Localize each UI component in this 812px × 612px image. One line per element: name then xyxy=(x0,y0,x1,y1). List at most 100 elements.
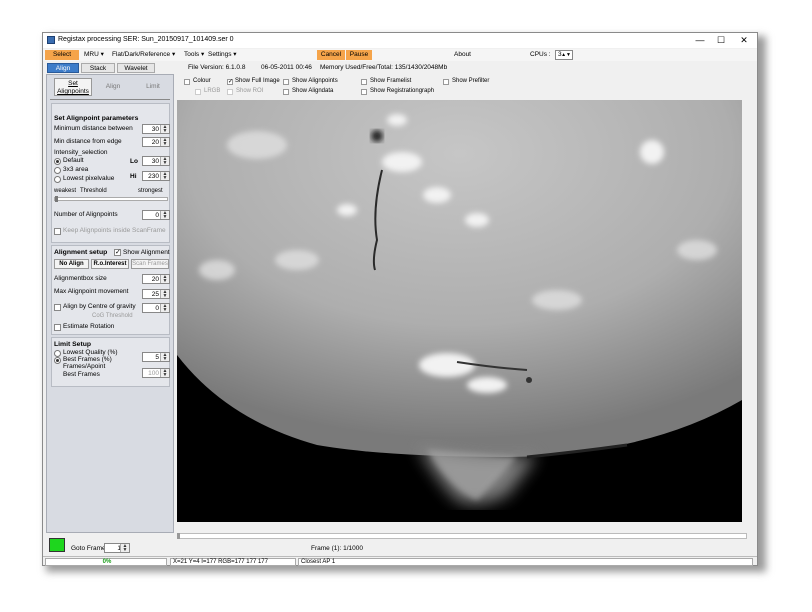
min-distance-field[interactable]: 30 ▲ ▼ xyxy=(142,124,170,134)
window-title: Registax processing SER: Sun_20150917_10… xyxy=(58,36,234,43)
spin-arrows-icon: ▲▼ xyxy=(120,544,129,553)
centre-gravity-checkbox[interactable] xyxy=(54,304,61,311)
lowest-quality-field[interactable]: 5 ▲ ▼ xyxy=(142,352,170,362)
menu-select[interactable]: Select xyxy=(45,50,79,60)
radio-3x3-label: 3x3 area xyxy=(63,166,89,173)
alignment-setup-header: Alignment setup xyxy=(54,249,108,256)
show-alignpoints-checkbox[interactable] xyxy=(283,79,289,85)
min-edge-field[interactable]: 20 ▲ ▼ xyxy=(142,137,170,147)
lo-label: Lo xyxy=(130,158,138,165)
goto-frame-label: Goto Frame xyxy=(71,545,106,552)
radio-default[interactable] xyxy=(54,158,61,165)
slider-thumb[interactable] xyxy=(55,196,58,202)
close-icon[interactable]: ✕ xyxy=(733,34,755,47)
progress-cell: 0% xyxy=(45,558,167,566)
app-window: Registax processing SER: Sun_20150917_10… xyxy=(42,32,758,566)
num-alignpoints-value: 0 xyxy=(155,212,159,219)
lowest-quality-value: 5 xyxy=(155,354,159,361)
menu-about[interactable]: About xyxy=(451,50,474,60)
show-alignment-checkbox[interactable]: ✓ xyxy=(114,249,121,256)
best-frames-field[interactable]: 100 ▲ ▼ xyxy=(142,368,170,378)
cpus-select[interactable]: 3 ▲▼ xyxy=(555,50,573,60)
alignbox-field[interactable]: 20 ▲ ▼ xyxy=(142,274,170,284)
memory-info: Memory Used/Free/Total: 135/1430/2048Mb xyxy=(320,64,448,71)
spin-arrows-icon: ▲▼ xyxy=(160,353,169,362)
limit-setup-header: Limit Setup xyxy=(54,341,92,348)
tab-wavelet[interactable]: Wavelet xyxy=(117,63,155,73)
estimate-rotation-checkbox[interactable] xyxy=(54,324,61,331)
display-options: Colour ✓ Show Full Image Show Alignpoint… xyxy=(177,74,757,99)
show-full-image-label: Show Full Image xyxy=(235,78,280,84)
title-bar[interactable]: Registax processing SER: Sun_20150917_10… xyxy=(43,33,757,48)
show-registrationgraph-checkbox[interactable] xyxy=(361,89,367,95)
lrgb-checkbox[interactable] xyxy=(195,89,201,95)
lo-value: 30 xyxy=(151,158,159,165)
alignbox-label: Alignmentbox size xyxy=(54,275,107,282)
show-framelist-checkbox[interactable] xyxy=(361,79,367,85)
menu-settings[interactable]: Settings ▾ xyxy=(205,50,240,60)
align-button[interactable]: Align xyxy=(94,78,132,96)
spin-arrows-icon: ▲▼ xyxy=(160,138,169,147)
left-panel: Set Alignpoints Align Limit Set Alignpoin… xyxy=(46,74,174,533)
min-edge-value: 20 xyxy=(151,139,159,146)
show-roi-checkbox[interactable] xyxy=(227,89,233,95)
maximize-icon[interactable]: ☐ xyxy=(710,34,732,47)
menu-tools[interactable]: Tools ▾ xyxy=(181,50,207,60)
show-full-image-checkbox[interactable]: ✓ xyxy=(227,79,233,85)
centre-gravity-field[interactable]: 0 ▲ ▼ xyxy=(142,303,170,313)
alignpoint-params-group: Set Alignpoint parameters Minimum distan… xyxy=(51,103,170,243)
show-prefilter-label: Show Prefilter xyxy=(452,78,490,84)
show-alignment-label: Show Alignment xyxy=(123,249,170,256)
menu-bar: Select MRU ▾ Flat/Dark/Reference ▾ Tools… xyxy=(43,49,757,61)
cog-threshold-label: CoG Threshold xyxy=(92,313,133,319)
menu-mru[interactable]: MRU ▾ xyxy=(81,50,107,60)
minimize-icon[interactable]: — xyxy=(689,34,711,47)
colour-checkbox[interactable] xyxy=(184,79,190,85)
set-alignpoints-button[interactable]: Set Alignpoints xyxy=(54,78,92,96)
num-alignpoints-label: Number of Alignpoints xyxy=(54,211,118,218)
cpus-label: CPUs : xyxy=(530,51,551,58)
solar-image-viewer[interactable] xyxy=(177,100,742,522)
strongest-label: strongest xyxy=(138,188,163,194)
set-label-2: Alignpoints xyxy=(57,88,89,95)
num-alignpoints-field[interactable]: 0 ▲ ▼ xyxy=(142,210,170,220)
radio-lowest-quality[interactable] xyxy=(54,350,61,357)
limit-button[interactable]: Limit xyxy=(134,78,172,96)
bottom-bar: Goto Frame 1▲▼ Frame (1): 1/1000 xyxy=(43,539,757,555)
show-prefilter-checkbox[interactable] xyxy=(443,79,449,85)
scan-frames-button[interactable]: Scan Frames xyxy=(131,259,169,269)
frames-apoint-label: Frames/Apoint xyxy=(63,363,106,370)
max-movement-label: Max Alignpoint movement xyxy=(54,288,129,295)
radio-best-frames[interactable] xyxy=(54,357,61,364)
centre-gravity-label: Align by Centre of gravity xyxy=(63,303,136,310)
hi-field[interactable]: 230 ▲ ▼ xyxy=(142,171,170,181)
tab-align[interactable]: Align xyxy=(47,63,79,73)
spin-arrows-icon: ▲▼ xyxy=(561,52,571,58)
limit-setup-group: Limit Setup Lowest Quality (%) 5 ▲ ▼ Best … xyxy=(51,337,170,387)
spin-arrows-icon: ▲▼ xyxy=(160,369,169,378)
menu-flat-dark-reference[interactable]: Flat/Dark/Reference ▾ xyxy=(109,50,178,60)
lo-field[interactable]: 30 ▲ ▼ xyxy=(142,156,170,166)
max-movement-field[interactable]: 25 ▲ ▼ xyxy=(142,289,170,299)
show-aligndata-checkbox[interactable] xyxy=(283,89,289,95)
divider xyxy=(50,99,170,100)
hi-label: Hi xyxy=(130,173,137,180)
no-align-button[interactable]: No Align xyxy=(54,259,89,269)
weakest-label: weakest xyxy=(54,188,77,194)
min-distance-label: Minimum distance between xyxy=(54,125,133,132)
keep-inside-checkbox[interactable] xyxy=(54,228,61,235)
spin-arrows-icon: ▲▼ xyxy=(160,290,169,299)
spin-arrows-icon: ▲▼ xyxy=(160,304,169,313)
set-label-1: Set xyxy=(68,80,78,87)
status-indicator xyxy=(49,538,65,552)
roi-button[interactable]: R.o.Interest xyxy=(91,259,129,269)
cancel-button[interactable]: Cancel xyxy=(317,50,345,60)
tab-stack[interactable]: Stack xyxy=(81,63,115,73)
pause-button[interactable]: Pause xyxy=(346,50,372,60)
radio-lowest[interactable] xyxy=(54,176,61,183)
min-edge-label: Min distance from edge xyxy=(54,138,122,145)
goto-frame-field[interactable]: 1▲▼ xyxy=(104,543,130,553)
threshold-slider[interactable] xyxy=(54,196,168,202)
radio-3x3[interactable] xyxy=(54,167,61,174)
spin-arrows-icon: ▲▼ xyxy=(160,275,169,284)
